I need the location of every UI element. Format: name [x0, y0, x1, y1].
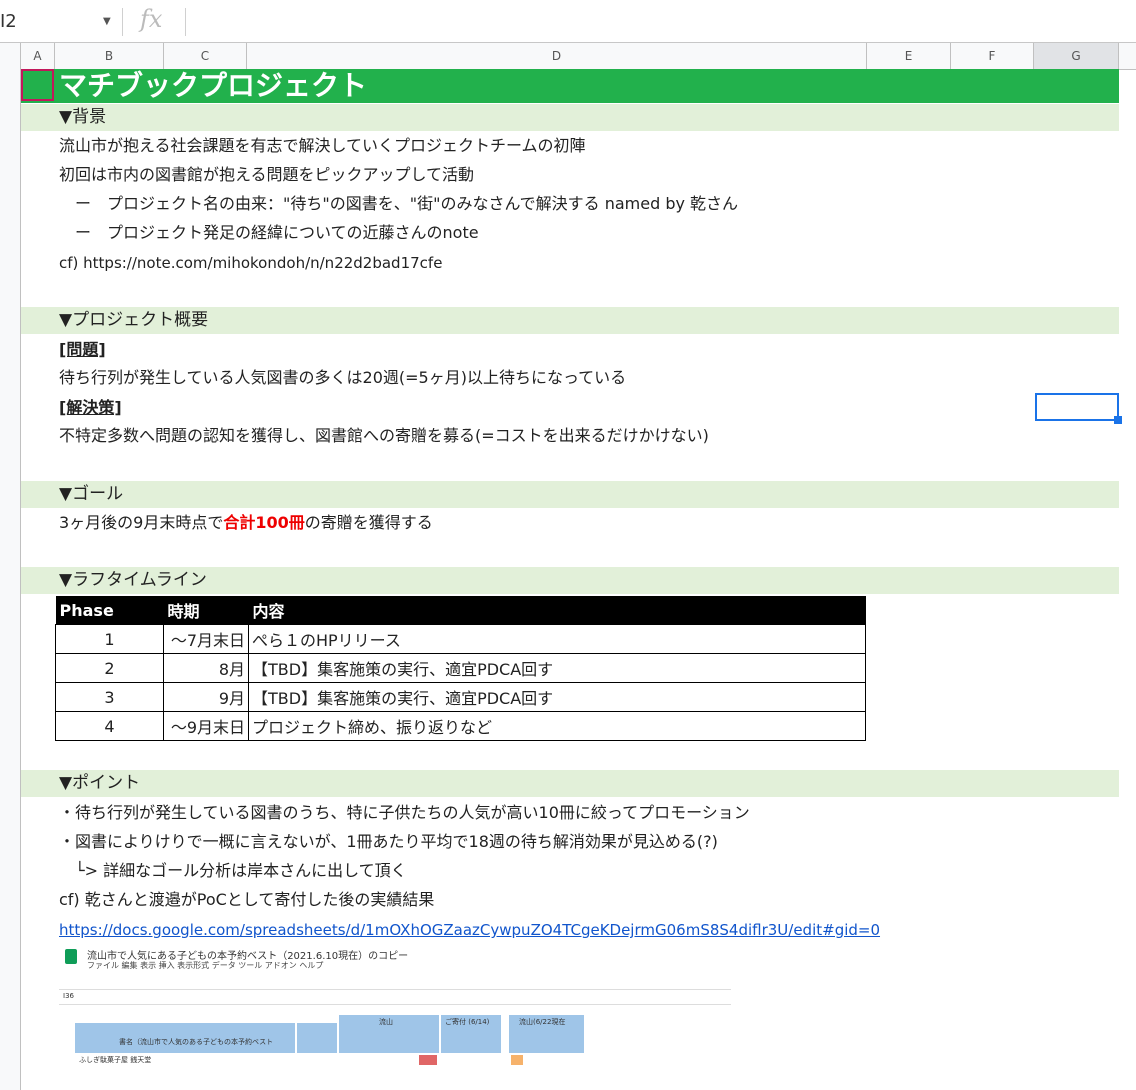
row-header-bar[interactable] [0, 69, 21, 1090]
divider [122, 8, 123, 36]
thumbnail-header-c [297, 1023, 337, 1053]
cell-phase[interactable]: 4 [55, 711, 164, 741]
select-all-corner[interactable] [0, 43, 21, 69]
cell-content[interactable]: プロジェクト締め、振り返りなど [248, 711, 866, 741]
section-overview: ▼プロジェクト概要 [21, 307, 1119, 334]
header-phase: Phase [55, 596, 164, 625]
thumbnail-red-cell [419, 1055, 437, 1065]
thumbnail-title-bar: 流山市で人気にある子どもの本予約ベスト（2021.6.10現在）のコピー ファイ… [59, 945, 731, 970]
cell-phase[interactable]: 2 [55, 653, 164, 683]
sheet-grid[interactable]: マチブックプロジェクト ▼背景 流山市が抱える社会課題を有志で解決していくプロジ… [21, 69, 1122, 1090]
points-link-cell: https://docs.google.com/spreadsheets/d/1… [59, 920, 880, 940]
column-header-e[interactable]: E [867, 43, 951, 69]
name-box[interactable]: I2 ▼ [0, 8, 115, 36]
sheets-icon [65, 949, 77, 964]
goal-text-before: 3ヶ月後の9月末時点で [59, 513, 224, 532]
background-line: 流山市が抱える社会課題を有志で解決していくプロジェクトチームの初陣 [59, 136, 586, 155]
timeline-table: Phase 時期 内容 1 〜7月末日 ぺら１のHPリリース 2 8月 【TBD… [55, 596, 866, 741]
cell-period[interactable]: 〜7月末日 [163, 624, 249, 654]
column-header-f[interactable]: F [951, 43, 1034, 69]
column-header-bar: A B C D E F G [0, 43, 1136, 70]
goal-highlight: 合計100冊 [223, 513, 305, 532]
cell-content[interactable]: 【TBD】集客施策の実行、適宜PDCA回す [248, 653, 866, 683]
thumbnail-name-box: I36 [63, 992, 74, 1000]
table-row: 1 〜7月末日 ぺら１のHPリリース [55, 624, 866, 654]
background-line: ー プロジェクト名の由来："待ち"の図書を、"街"のみなさんで解決する name… [59, 194, 739, 213]
goal-text-after: の寄贈を獲得する [304, 513, 433, 532]
points-line: ・待ち行列が発生している図書のうち、特に子供たちの人気が高い10冊に絞ってプロモ… [59, 803, 750, 822]
points-line: ・図書によりけりで一概に言えないが、1冊あたり平均で18週の待ち解消効果が見込め… [59, 832, 718, 851]
solution-label: [解決策] [59, 398, 122, 417]
table-row: 2 8月 【TBD】集客施策の実行、適宜PDCA回す [55, 653, 866, 683]
column-header-g[interactable]: G [1034, 43, 1119, 69]
section-heading: ▼ラフタイムライン [59, 570, 207, 590]
problem-label: [問題] [59, 340, 106, 359]
thumbnail-grid: 書名（流山市で人気のある子どもの本予約ベスト 流山 ご寄付 (6/14) 流山(… [59, 1005, 731, 1090]
spreadsheet-link[interactable]: https://docs.google.com/spreadsheets/d/1… [59, 921, 880, 939]
selected-cell[interactable] [1035, 393, 1119, 421]
thumbnail-orange-cell [511, 1055, 523, 1065]
column-header-a[interactable]: A [21, 43, 55, 69]
fx-icon: fx [140, 5, 163, 33]
header-content: 内容 [248, 596, 866, 625]
thumbnail-group2-label: ご寄付 (6/14) [445, 1018, 490, 1026]
embedded-screenshot: 流山市で人気にある子どもの本予約ベスト（2021.6.10現在）のコピー ファイ… [59, 945, 731, 1090]
background-line: ー プロジェクト発足の経緯についての近藤さんのnote [59, 223, 479, 242]
thumbnail-toolbar [59, 975, 731, 990]
cell-content[interactable]: 【TBD】集客施策の実行、適宜PDCA回す [248, 682, 866, 712]
section-goal: ▼ゴール [21, 481, 1119, 508]
table-row: 3 9月 【TBD】集客施策の実行、適宜PDCA回す [55, 682, 866, 712]
problem-text: 待ち行列が発生している人気図書の多くは20週(=5ヶ月)以上待ちになっている [59, 368, 627, 387]
cell-period[interactable]: 〜9月末日 [163, 711, 249, 741]
title-band: マチブックプロジェクト [21, 69, 1119, 103]
points-line: └> 詳細なゴール分析は岸本さんに出して頂く [59, 861, 407, 880]
header-period: 時期 [163, 596, 249, 625]
thumbnail-group3-label: 流山(6/22現在 [519, 1018, 566, 1026]
goal-text: 3ヶ月後の9月末時点で合計100冊の寄贈を獲得する [59, 513, 433, 533]
cell-reference: I2 [0, 11, 17, 32]
section-heading: ▼ゴール [59, 484, 124, 504]
points-line: cf) 乾さんと渡邉がPoCとして寄付した後の実績結果 [59, 890, 435, 909]
section-heading: ▼プロジェクト概要 [59, 310, 209, 330]
divider [185, 8, 186, 36]
page-title: マチブックプロジェクト [59, 69, 368, 102]
section-timeline: ▼ラフタイムライン [21, 567, 1119, 594]
cell-period[interactable]: 9月 [163, 682, 249, 712]
active-cell-a1[interactable] [21, 69, 54, 101]
table-row: 4 〜9月末日 プロジェクト締め、振り返りなど [55, 711, 866, 741]
chevron-down-icon[interactable]: ▼ [103, 8, 111, 36]
thumbnail-group1-label: 流山 [379, 1018, 393, 1026]
column-header-d[interactable]: D [247, 43, 867, 69]
column-header-b[interactable]: B [55, 43, 164, 69]
table-header-row: Phase 時期 内容 [55, 596, 866, 625]
section-background: ▼背景 [21, 104, 1119, 131]
cell-period[interactable]: 8月 [163, 653, 249, 683]
cell-content[interactable]: ぺら１のHPリリース [248, 624, 866, 654]
column-header-c[interactable]: C [164, 43, 247, 69]
thumbnail-col-b-label: 書名（流山市で人気のある子どもの本予約ベスト [119, 1038, 274, 1046]
thumbnail-first-row: ふしぎ駄菓子屋 銭天堂 [79, 1056, 152, 1064]
thumbnail-formula-bar: I36 [59, 990, 731, 1005]
thumbnail-menu: ファイル 編集 表示 挿入 表示形式 データ ツール アドオン ヘルプ [87, 961, 324, 970]
section-points: ▼ポイント [21, 770, 1119, 797]
cell-phase[interactable]: 3 [55, 682, 164, 712]
solution-text: 不特定多数へ問題の認知を獲得し、図書館への寄贈を募る(=コストを出来るだけかけな… [59, 426, 709, 445]
fill-handle[interactable] [1114, 416, 1122, 424]
background-line: 初回は市内の図書館が抱える問題をピックアップして活動 [59, 165, 475, 184]
cell-phase[interactable]: 1 [55, 624, 164, 654]
section-heading: ▼背景 [59, 107, 107, 127]
background-line: cf) https://note.com/mihokondoh/n/n22d2b… [59, 254, 443, 272]
formula-bar: I2 ▼ fx [0, 0, 1136, 43]
section-heading: ▼ポイント [59, 773, 141, 793]
